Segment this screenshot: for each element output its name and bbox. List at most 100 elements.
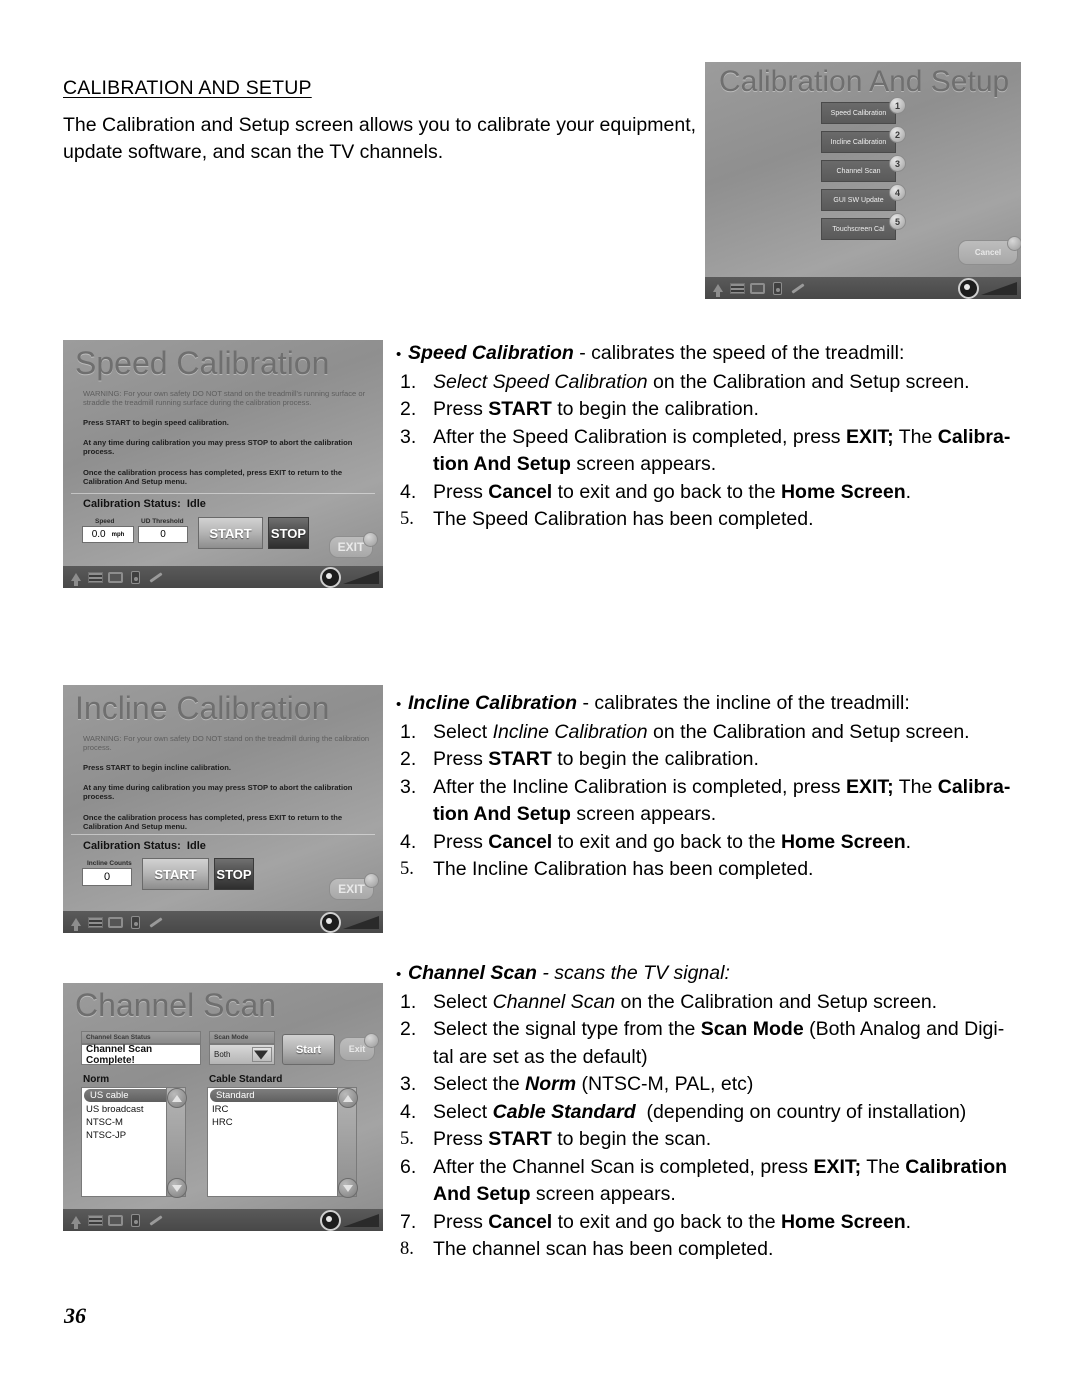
tv-icon[interactable] xyxy=(87,1213,104,1228)
tv-icon[interactable] xyxy=(87,915,104,930)
taskbar-right-icons xyxy=(320,1209,383,1231)
cscan-cable-list[interactable]: Standard IRC HRC xyxy=(207,1087,355,1197)
step-number: 3. xyxy=(400,425,417,448)
step-text: Press Cancel to exit and go back to the … xyxy=(433,480,912,503)
sc-threshold-label: UD Threshold xyxy=(141,518,184,525)
ipod-icon[interactable] xyxy=(127,915,144,930)
speed-bullet-heading: Speed Calibration - calibrates the speed… xyxy=(396,340,1021,369)
menu-item-speed-calibration[interactable]: Speed Calibration xyxy=(821,102,896,124)
headphone-icon[interactable] xyxy=(320,566,341,588)
tv-icon[interactable] xyxy=(87,570,104,585)
taskbar xyxy=(63,566,383,588)
step-text: Select Channel Scan on the Calibration a… xyxy=(433,990,938,1013)
step-item: 7. Press Cancel to exit and go back to th… xyxy=(396,1209,1021,1237)
menu-item-touchscreen-cal[interactable]: Touchscreen Cal xyxy=(821,218,896,240)
step-text: The Incline Calibration has been complet… xyxy=(433,858,814,880)
home-icon[interactable] xyxy=(67,1213,84,1229)
step-text: Select Cable Standard (depending on coun… xyxy=(433,1100,967,1123)
page-title: CALIBRATION AND SETUP xyxy=(63,77,312,99)
screen-icon[interactable] xyxy=(107,570,124,585)
home-icon[interactable] xyxy=(67,915,84,931)
step-item: 4. Select Cable Standard (depending on co… xyxy=(396,1099,1021,1127)
step-item: 2. Press START to begin the calibration. xyxy=(396,396,1021,424)
menu-item-incline-calibration[interactable]: Incline Calibration xyxy=(821,131,896,153)
page-number: 36 xyxy=(64,1303,86,1328)
ipod-icon[interactable] xyxy=(127,1213,144,1228)
step-number: 5. xyxy=(400,1129,414,1149)
badge-1: 1 xyxy=(889,97,906,114)
cscan-start-button[interactable]: Start xyxy=(282,1034,335,1065)
screen-icon[interactable] xyxy=(107,915,124,930)
speed-steps-list: 1. Select Speed Calibration on the Calibr… xyxy=(396,369,1021,534)
step-item: 4. Press Cancel to exit and go back to th… xyxy=(396,479,1021,507)
step-number: 4. xyxy=(400,480,417,503)
cs-screen-title: Calibration And Setup xyxy=(719,65,1010,98)
cscan-scanmode-label: Scan Mode xyxy=(209,1031,275,1044)
cscan-screen-title: Channel Scan xyxy=(75,987,277,1023)
scroll-up-icon[interactable] xyxy=(167,1088,187,1108)
cscan-scanmode-select[interactable]: Both xyxy=(209,1044,275,1065)
taskbar xyxy=(63,1209,383,1231)
home-icon[interactable] xyxy=(709,281,726,297)
ic-stop-button[interactable]: STOP xyxy=(214,858,254,890)
ic-start-button[interactable]: START xyxy=(142,858,209,890)
bullet-icon xyxy=(396,340,408,369)
sc-line-1: Press START to begin speed calibration. xyxy=(83,418,229,427)
screen-icon[interactable] xyxy=(107,1213,124,1228)
step-text: The channel scan has been completed. xyxy=(433,1238,774,1260)
sc-threshold-field[interactable]: 0 xyxy=(138,526,188,543)
pencil-icon[interactable] xyxy=(147,1213,164,1228)
chevron-down-icon[interactable] xyxy=(252,1047,272,1062)
pencil-icon[interactable] xyxy=(789,281,806,296)
cscan-norm-label: Norm xyxy=(83,1074,110,1085)
intro-paragraph: The Calibration and Setup screen allows … xyxy=(63,114,697,163)
step-item: 3. After the Incline Calibration is compl… xyxy=(396,774,1021,829)
scroll-up-icon[interactable] xyxy=(338,1088,358,1108)
sc-speed-field[interactable]: 0.0 mph xyxy=(82,526,134,543)
cscan-status-label: Channel Scan Status xyxy=(81,1031,201,1044)
screenshot-incline-calibration: Incline Calibration WARNING: For your ow… xyxy=(63,685,383,933)
ic-line-2: At any time during calibration you may p… xyxy=(83,783,353,802)
step-text: Select the signal type from the Scan Mod… xyxy=(433,1018,1005,1068)
badge-2: 2 xyxy=(889,126,906,143)
headphone-icon[interactable] xyxy=(320,911,341,933)
step-item: 2. Press START to begin the calibration. xyxy=(396,746,1021,774)
sc-warning-text: WARNING: For your own safety DO NOT stan… xyxy=(83,389,366,408)
ipod-icon[interactable] xyxy=(127,570,144,585)
list-item[interactable]: HRC xyxy=(208,1116,354,1129)
sc-stop-button[interactable]: STOP xyxy=(268,517,309,549)
sc-status: Calibration Status: Idle xyxy=(83,498,206,510)
pencil-icon[interactable] xyxy=(147,915,164,930)
list-item[interactable]: IRC xyxy=(208,1103,354,1116)
home-icon[interactable] xyxy=(67,570,84,586)
step-number: 1. xyxy=(400,990,417,1013)
screen-icon[interactable] xyxy=(749,281,766,296)
ipod-icon[interactable] xyxy=(769,281,786,296)
tv-icon[interactable] xyxy=(729,281,746,296)
channel-steps-list: 1. Select Channel Scan on the Calibration… xyxy=(396,989,1021,1264)
step-item: 8. The channel scan has been completed. xyxy=(396,1236,1021,1264)
cscan-cable-label: Cable Standard xyxy=(209,1074,283,1085)
list-item[interactable]: Standard xyxy=(210,1089,352,1102)
headphone-icon[interactable] xyxy=(320,1209,341,1231)
taskbar-left-icons xyxy=(63,1213,164,1229)
taskbar-left-icons xyxy=(705,281,806,297)
ic-counts-field[interactable]: 0 xyxy=(82,868,132,886)
menu-item-channel-scan[interactable]: Channel Scan xyxy=(821,160,896,182)
incline-bullet-heading: Incline Calibration - calibrates the inc… xyxy=(396,690,1021,719)
scroll-down-icon[interactable] xyxy=(167,1178,187,1198)
step-number: 5. xyxy=(400,509,414,529)
step-number: 2. xyxy=(400,398,417,420)
volume-icon[interactable] xyxy=(343,915,379,929)
scroll-down-icon[interactable] xyxy=(338,1178,358,1198)
volume-icon[interactable] xyxy=(343,570,379,584)
menu-item-gui-sw-update[interactable]: GUI SW Update xyxy=(821,189,896,211)
incline-steps-list: 1. Select Incline Calibration on the Cali… xyxy=(396,719,1021,884)
pencil-icon[interactable] xyxy=(147,570,164,585)
step-number: 4. xyxy=(400,830,417,853)
step-item: 1. Select Speed Calibration on the Calibr… xyxy=(396,369,1021,397)
volume-icon[interactable] xyxy=(981,281,1017,295)
sc-start-button[interactable]: START xyxy=(198,517,263,549)
headphone-icon[interactable] xyxy=(958,277,979,299)
volume-icon[interactable] xyxy=(343,1213,379,1227)
